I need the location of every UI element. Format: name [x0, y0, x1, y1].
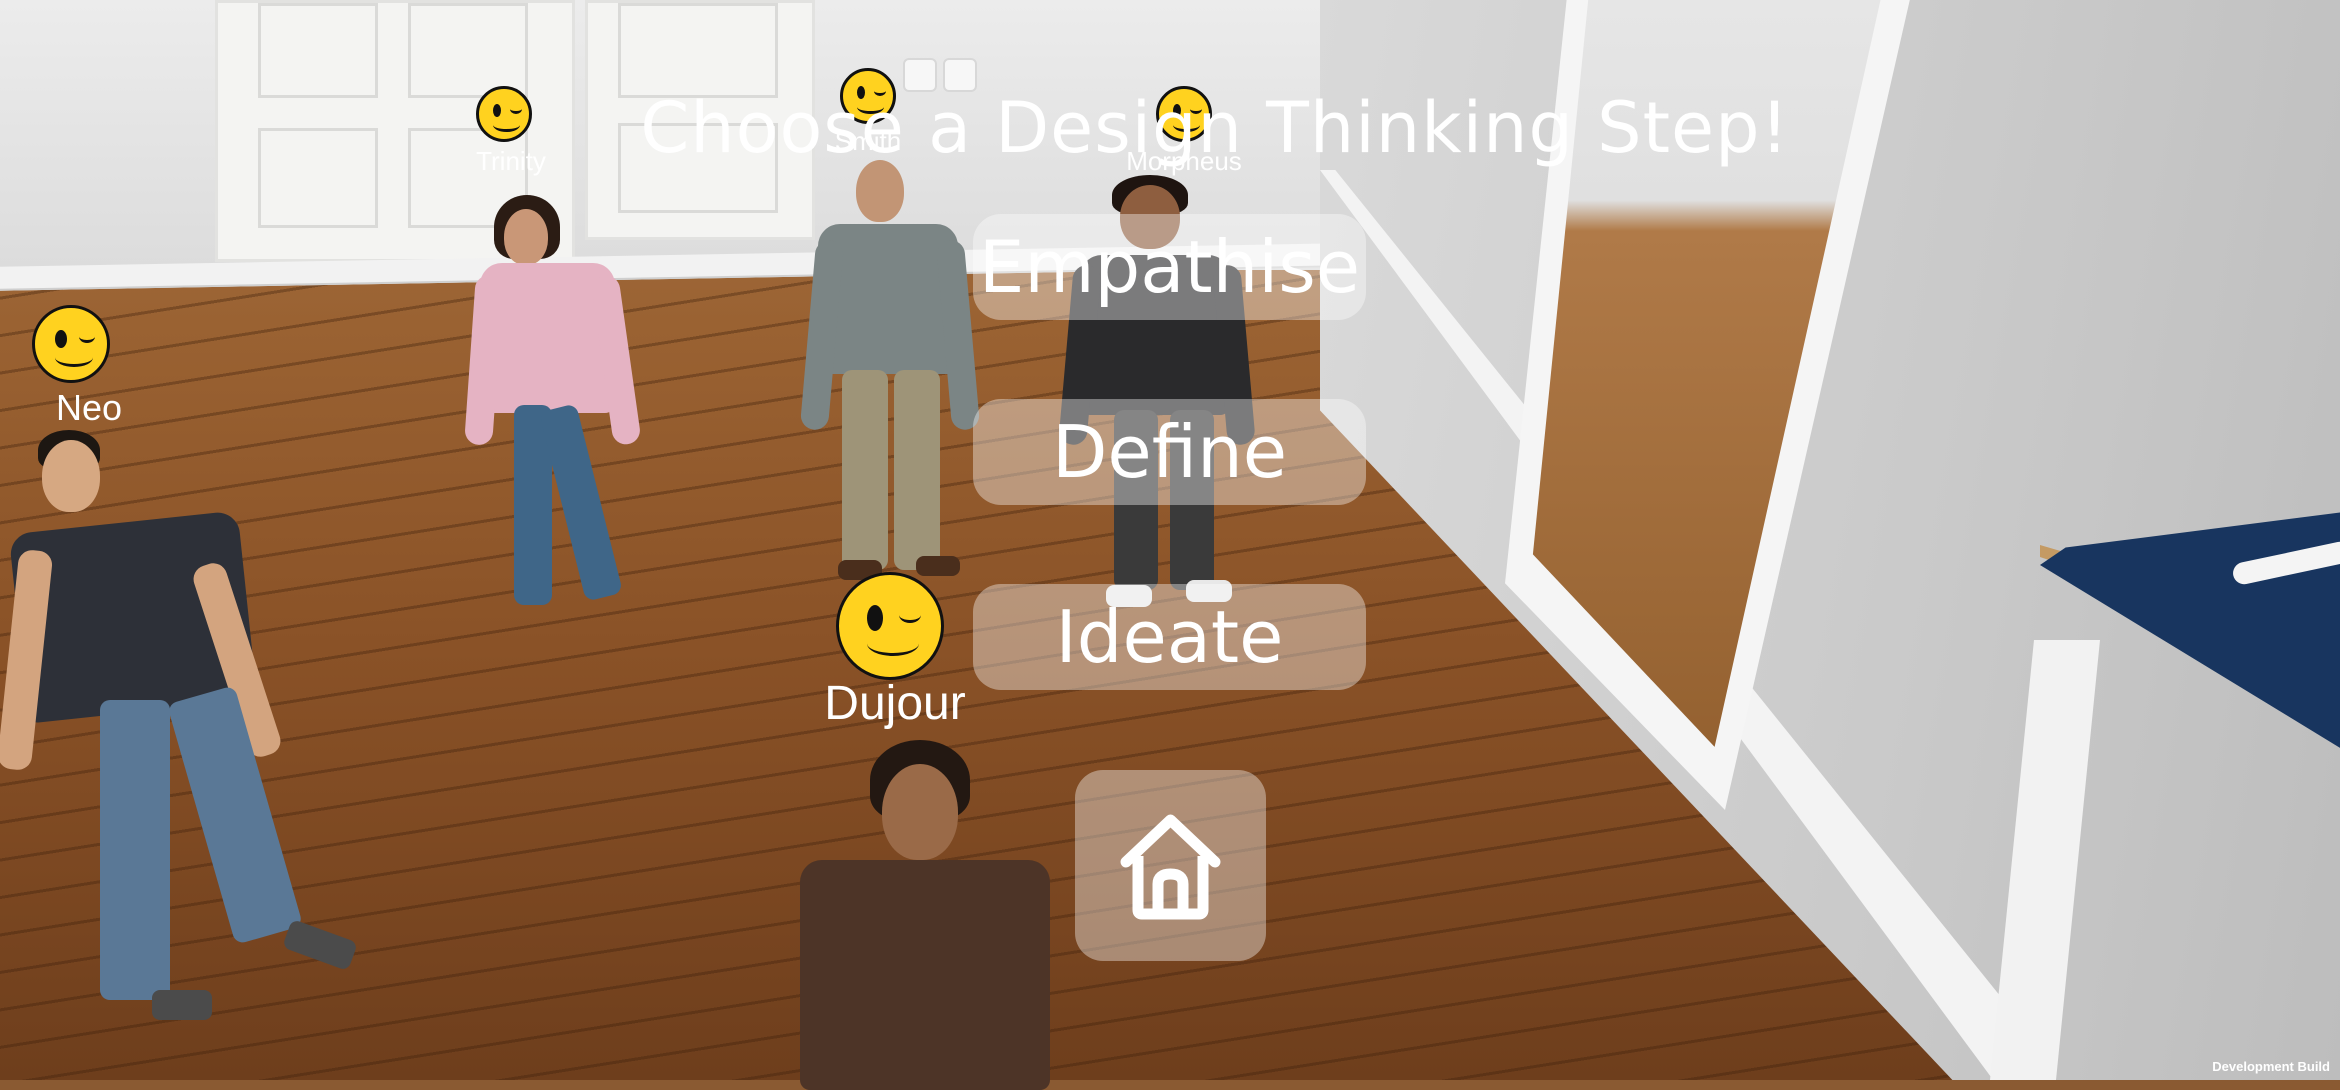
avatar-smith[interactable]	[799, 160, 990, 590]
avatar-name-dujour: Dujour	[824, 677, 966, 730]
define-button[interactable]: Define	[973, 399, 1366, 505]
development-build-badge: Development Build	[2212, 1059, 2330, 1074]
home-button[interactable]	[1075, 770, 1266, 961]
ideate-button[interactable]: Ideate	[973, 584, 1366, 690]
avatar-neo[interactable]	[0, 430, 359, 1030]
avatar-name-neo: Neo	[55, 387, 123, 428]
page-title: Choose a Design Thinking Step!	[640, 87, 1790, 169]
avatar-trinity[interactable]	[464, 195, 680, 635]
winking-face-icon	[836, 572, 944, 680]
empathise-button[interactable]: Empathise	[973, 214, 1366, 320]
winking-face-icon	[32, 305, 110, 383]
house-icon	[1120, 814, 1221, 920]
avatar-dujour[interactable]	[790, 740, 1070, 1090]
